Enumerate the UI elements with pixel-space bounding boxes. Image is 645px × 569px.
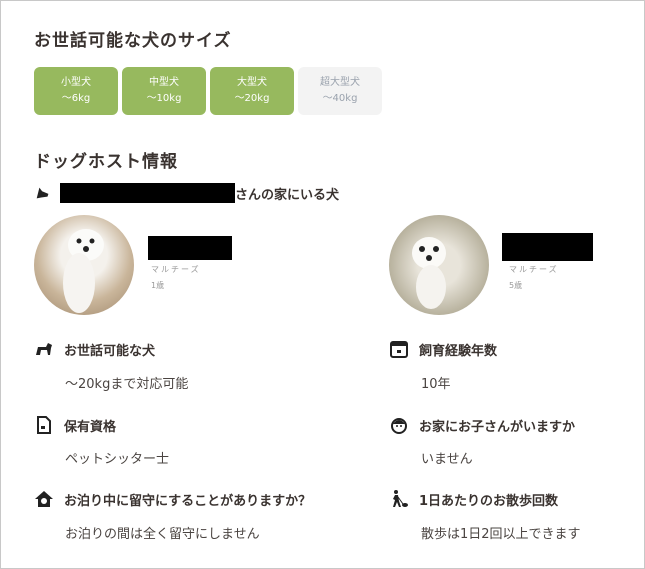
certificate-icon	[37, 416, 51, 434]
dog-walk-icon	[393, 490, 408, 507]
size-name: 超大型犬	[320, 77, 360, 88]
dog-photo-2[interactable]	[389, 215, 489, 315]
info-value-away: お泊りの間は全く留守にしません	[65, 527, 260, 542]
label-text: 1日あたりのお散歩回数	[419, 493, 559, 509]
label-text: お世話可能な犬	[64, 343, 156, 359]
size-weight: 〜40kg	[322, 93, 358, 104]
info-value-experience: 10年	[421, 377, 451, 392]
info-label-experience: 飼育経験年数	[389, 339, 497, 359]
dogs-suffix: さんの家にいる犬	[235, 187, 340, 203]
dog-icon	[36, 343, 52, 355]
size-small[interactable]: 小型犬〜6kg	[34, 67, 118, 115]
dog-head-icon	[36, 187, 49, 199]
size-weight: 〜10kg	[146, 93, 182, 104]
size-weight: 〜6kg	[61, 93, 91, 104]
info-label-walks: 1日あたりのお散歩回数	[389, 489, 558, 509]
info-value-qualification: ペットシッター士	[65, 452, 170, 467]
size-extra-large[interactable]: 超大型犬〜40kg	[298, 67, 382, 115]
house-icon	[35, 491, 53, 507]
dog-breed: マルチーズ	[151, 265, 201, 274]
label-text: お家にお子さんがいますか	[419, 419, 576, 435]
info-label-away: お泊り中に留守にすることがありますか？	[34, 489, 311, 509]
host-name-redacted	[60, 183, 235, 203]
child-face-icon	[391, 418, 407, 434]
label-text: 保有資格	[64, 419, 117, 435]
size-section-title: お世話可能な犬のサイズ	[34, 31, 232, 51]
size-name: 小型犬	[61, 77, 91, 88]
dog-age: 5歳	[509, 281, 523, 290]
dog-age: 1歳	[151, 281, 165, 290]
calendar-icon	[390, 341, 408, 358]
host-dogs-heading: さんの家にいる犬	[34, 183, 339, 203]
label-text: お泊り中に留守にすることがありますか？	[64, 493, 312, 509]
size-name: 大型犬	[237, 77, 267, 88]
label-text: 飼育経験年数	[419, 343, 498, 359]
size-weight: 〜20kg	[234, 93, 270, 104]
size-large[interactable]: 大型犬〜20kg	[210, 67, 294, 115]
size-medium[interactable]: 中型犬〜10kg	[122, 67, 206, 115]
info-value-walks: 散歩は1日2回以上できます	[421, 527, 581, 542]
info-value-dog-size: 〜20kgまで対応可能	[65, 377, 189, 392]
dog-breed: マルチーズ	[509, 265, 559, 274]
dog-photo-1[interactable]	[34, 215, 134, 315]
dog-name-redacted	[148, 236, 232, 260]
info-value-children: いません	[421, 452, 473, 467]
size-name: 中型犬	[149, 77, 179, 88]
size-options: 小型犬〜6kg 中型犬〜10kg 大型犬〜20kg 超大型犬〜40kg	[34, 67, 382, 115]
host-section-title: ドッグホスト情報	[34, 152, 178, 172]
info-label-dog-size: お世話可能な犬	[34, 339, 155, 359]
dog-name-redacted	[502, 233, 593, 261]
info-label-children: お家にお子さんがいますか	[389, 415, 575, 435]
info-label-qualification: 保有資格	[34, 415, 116, 435]
